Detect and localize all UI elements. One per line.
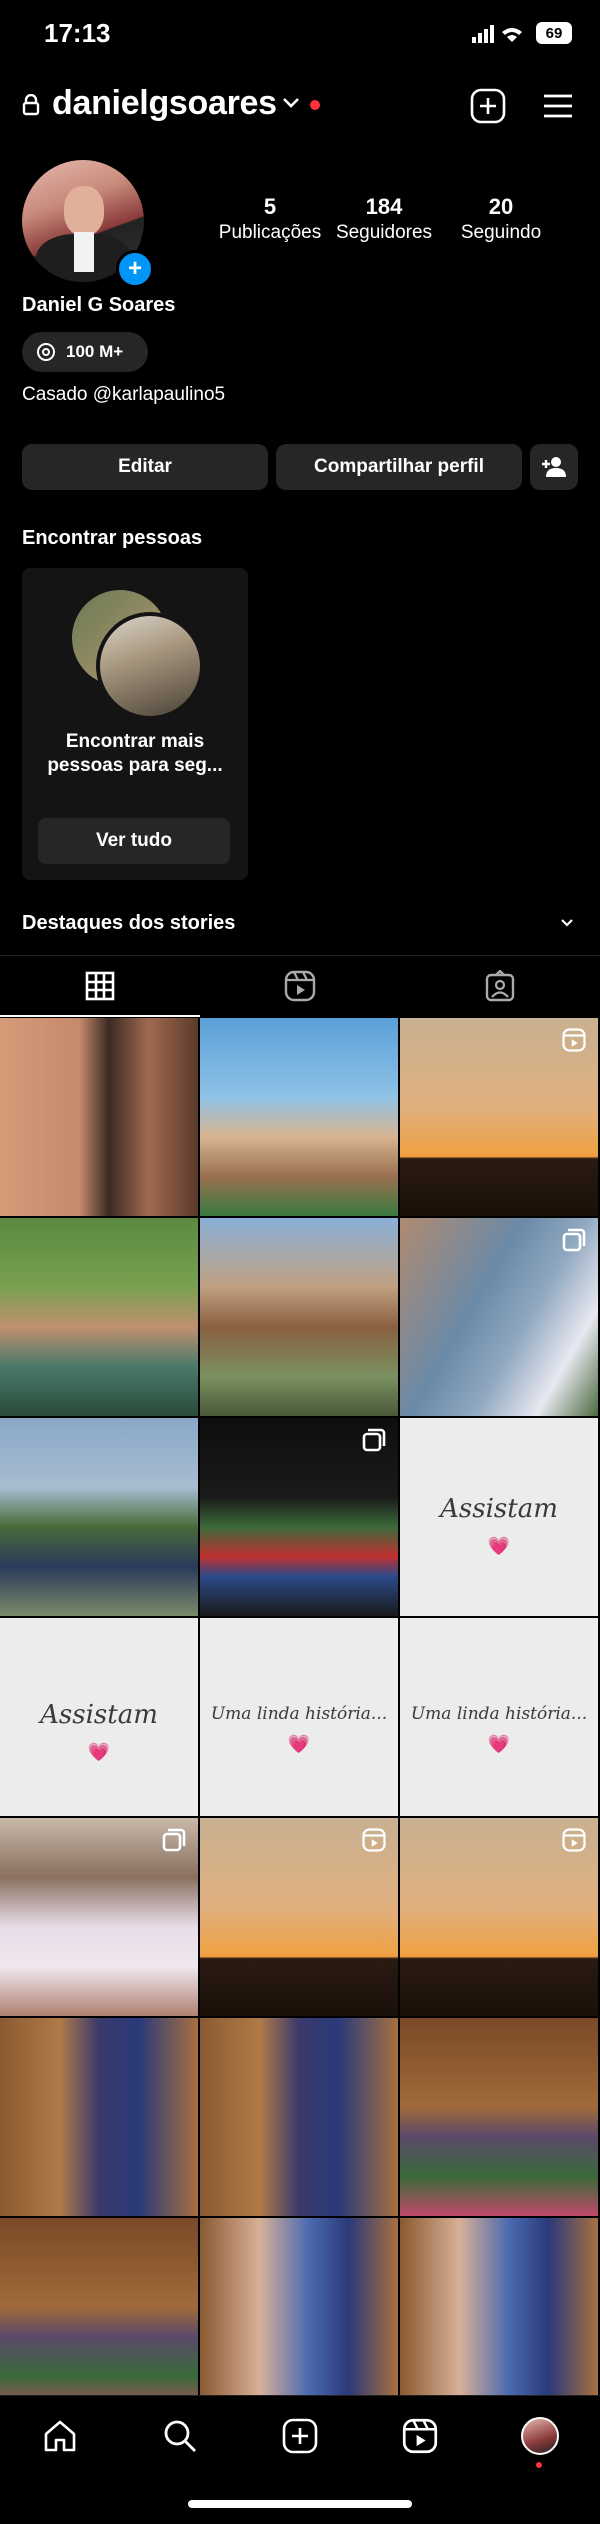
post-thumbnail[interactable]: Assistam 💗 [0,1618,198,1816]
home-icon [44,2420,76,2452]
nav-reels[interactable] [360,2396,480,2476]
profile-username[interactable]: danielgsoares [52,84,277,123]
post-thumbnail[interactable]: Uma linda história... 💗 [400,1618,598,1816]
profile-avatar-small [521,2417,559,2455]
profile-tabs [0,955,600,1018]
stat-value: 20 [488,194,514,219]
plus-square-icon [282,2418,318,2454]
home-indicator [188,2500,412,2508]
post-thumbnail[interactable] [0,2218,198,2416]
post-thumbnail[interactable] [200,1018,398,1216]
threads-label: 100 M+ [66,342,124,361]
add-person-icon [542,457,566,477]
post-thumbnail[interactable] [200,2018,398,2216]
edit-profile-button[interactable]: Editar [22,444,268,490]
battery-indicator: 69 [536,22,572,44]
hamburger-icon [544,94,572,118]
post-caption: Assistam [440,1494,558,1524]
menu-button[interactable] [536,84,580,128]
carousel-badge-icon [362,1428,386,1452]
add-story-button[interactable]: + [116,250,154,288]
reel-badge-icon [562,1828,586,1852]
tab-posts[interactable] [0,956,200,1016]
post-thumbnail[interactable] [200,1818,398,2016]
status-bar: 17:13 69 [0,0,600,70]
nav-home[interactable] [0,2396,120,2476]
stat-label: Seguidores [335,222,433,243]
tagged-icon [485,970,515,1002]
post-thumbnail[interactable] [200,1218,398,1416]
stat-following[interactable]: 20 Seguindo [446,194,556,244]
carousel-badge-icon [162,1828,186,1852]
grid-icon [85,971,115,1001]
post-thumbnail[interactable]: Assistam 💗 [400,1418,598,1616]
stat-posts[interactable]: 5 Publicações [210,194,330,244]
reels-icon [284,970,316,1002]
post-thumbnail[interactable] [0,1218,198,1416]
post-thumbnail[interactable] [400,2018,598,2216]
post-thumbnail[interactable] [0,1418,198,1616]
notification-dot [310,100,320,110]
post-thumbnail[interactable] [0,1018,198,1216]
tab-reels[interactable] [200,956,400,1016]
share-profile-button[interactable]: Compartilhar perfil [276,444,522,490]
post-thumbnail[interactable]: Uma linda história... 💗 [200,1618,398,1816]
plus-icon: + [127,255,142,282]
post-thumbnail[interactable] [200,2218,398,2416]
post-caption: Assistam [40,1700,158,1730]
stat-value: 5 [263,194,277,219]
post-thumbnail[interactable] [0,2018,198,2216]
threads-icon [37,343,55,361]
clock: 17:13 [44,18,111,48]
nav-search[interactable] [120,2396,240,2476]
find-people-title: Encontrar pessoas [22,527,203,549]
post-thumbnail[interactable] [400,1018,598,1216]
chevron-down-icon[interactable] [560,918,574,928]
signal-wifi-icon [472,25,522,43]
discover-people-button[interactable] [530,444,578,490]
reels-icon [402,2418,438,2454]
lock-icon [22,94,40,116]
post-thumbnail[interactable] [400,1818,598,2016]
reel-badge-icon [562,1028,586,1052]
post-caption: Uma linda história... [410,1704,588,1724]
suggestion-avatar [96,612,204,720]
reel-badge-icon [362,1828,386,1852]
stat-followers[interactable]: 184 Seguidores [322,194,446,244]
create-post-button[interactable] [466,84,510,128]
heart-emoji: 💗 [487,1734,511,1754]
posts-grid: Assistam 💗 Assistam 💗 Uma linda história… [0,1018,600,2416]
heart-emoji: 💗 [287,1734,311,1754]
nav-create[interactable] [240,2396,360,2476]
stat-label: Seguindo [460,222,542,243]
active-tab-indicator [0,1015,200,1017]
notification-dot [536,2462,542,2468]
carousel-badge-icon [562,1228,586,1252]
post-thumbnail[interactable] [200,1418,398,1616]
see-all-button[interactable]: Ver tudo [38,818,230,864]
stat-label: Publicações [218,222,322,243]
heart-emoji: 💗 [487,1536,511,1556]
plus-square-icon [470,88,506,124]
stat-value: 184 [365,194,403,219]
suggestion-card-text: Encontrar mais pessoas para seg... [47,731,223,776]
post-thumbnail[interactable] [400,2218,598,2416]
highlights-title[interactable]: Destaques dos stories [22,912,235,935]
profile-bio: Casado @karlapaulino5 [22,384,226,405]
tab-tagged[interactable] [400,956,600,1016]
heart-emoji: 💗 [87,1742,111,1762]
threads-badge[interactable]: 100 M+ [22,332,148,372]
post-caption: Uma linda história... [210,1704,388,1724]
post-thumbnail[interactable] [400,1218,598,1416]
chevron-down-icon[interactable] [282,97,300,109]
post-thumbnail[interactable] [0,1818,198,2016]
profile-name: Daniel G Soares [22,294,176,316]
search-icon [164,2420,196,2452]
